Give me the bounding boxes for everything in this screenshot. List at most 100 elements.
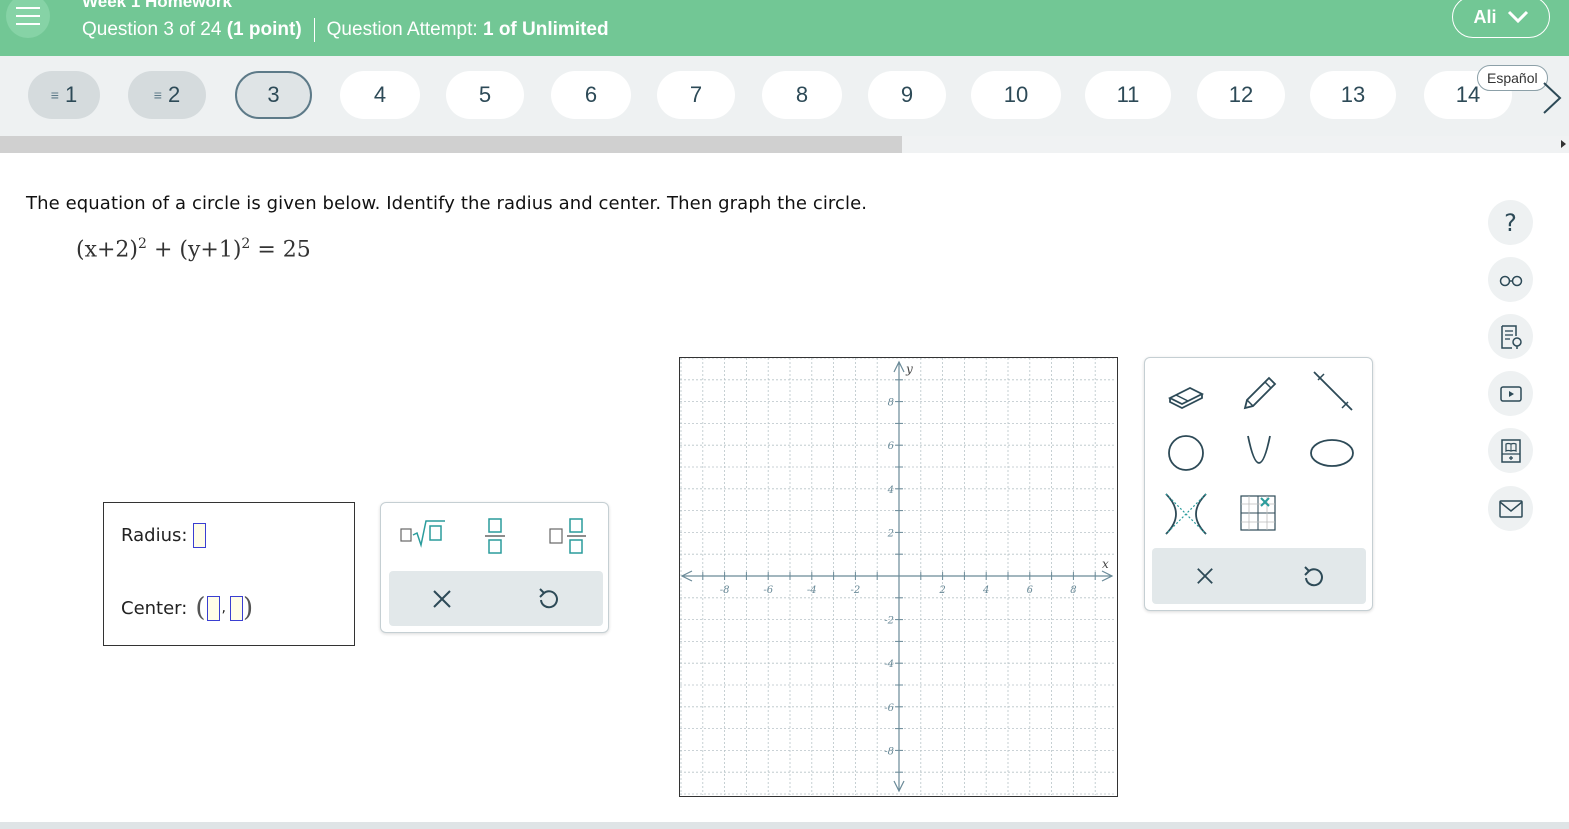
fraction-icon[interactable]: [483, 517, 507, 555]
parabola-icon[interactable]: [1235, 428, 1283, 476]
y-tick-label: 6: [888, 441, 895, 452]
question-nav-label: 4: [373, 82, 387, 107]
video-button[interactable]: [1488, 371, 1533, 416]
question-nav-label: 11: [1116, 82, 1140, 107]
progress-arrow-icon[interactable]: [1561, 140, 1566, 148]
x-tick-label: 6: [1027, 585, 1034, 596]
question-nav-item-6[interactable]: 6: [551, 71, 631, 119]
user-menu-button[interactable]: Ali: [1452, 0, 1550, 38]
y-tick-label: -4: [884, 659, 894, 670]
graph-tool-actions: [1152, 548, 1366, 604]
question-nav-item-8[interactable]: 8: [762, 71, 842, 119]
question-nav-item-7[interactable]: 7: [657, 71, 735, 119]
menu-button[interactable]: [6, 0, 50, 38]
textbook-icon: [1500, 438, 1521, 463]
question-prompt: The equation of a circle is given below.…: [26, 193, 868, 214]
x-tick-label: -8: [720, 585, 730, 596]
video-icon: [1499, 385, 1522, 402]
next-questions-arrow-icon[interactable]: [1540, 80, 1564, 116]
x-tick-label: -2: [851, 585, 861, 596]
line-icon[interactable]: [1308, 368, 1356, 416]
equation-exponent: 2: [241, 236, 251, 252]
y-tick-label: 4: [887, 485, 894, 496]
coordinate-graph[interactable]: -8 -8 -6 -6 -4 -4 -2 -2 2 2 4 4 6 6 8 8 x y: [679, 357, 1118, 797]
equation-exponent: 2: [138, 236, 147, 252]
circle-equation: (x+2)2 + (y+1)2 = 25: [76, 236, 311, 262]
question-info: Question 3 of 24 (1 point) Question Atte…: [82, 18, 609, 42]
question-nav-item-13[interactable]: 13: [1310, 71, 1396, 119]
mixed-number-icon[interactable]: [548, 517, 588, 555]
radius-input[interactable]: [193, 523, 207, 548]
close-paren: ): [242, 593, 254, 623]
center-row: Center: ( , ): [121, 593, 253, 623]
question-nav-item-1[interactable]: ≡ 1: [28, 71, 100, 119]
y-tick-label: -6: [884, 703, 894, 714]
undo-icon[interactable]: [1302, 565, 1324, 589]
math-palette: [380, 502, 609, 633]
ellipse-icon[interactable]: [1308, 428, 1356, 476]
help-icon: ?: [1504, 208, 1517, 237]
help-button[interactable]: ?: [1488, 200, 1533, 245]
nth-root-icon[interactable]: [399, 517, 447, 549]
question-points: (1 point): [226, 19, 302, 40]
question-nav-item-2[interactable]: ≡ 2: [128, 71, 206, 119]
email-button[interactable]: [1488, 486, 1533, 531]
x-tick-label: 4: [982, 585, 989, 596]
worksheet-button[interactable]: [1488, 314, 1533, 359]
textbook-button[interactable]: [1488, 428, 1533, 473]
graph-canvas[interactable]: -8 -8 -6 -6 -4 -4 -2 -2 2 2 4 4 6 6 8 8 x y: [680, 358, 1116, 795]
question-nav-item-9[interactable]: 9: [868, 71, 946, 119]
x-tick-label: -6: [763, 585, 773, 596]
center-label: Center:: [121, 597, 188, 619]
y-tick-label: 2: [887, 528, 894, 539]
question-nav-item-3[interactable]: 3: [235, 71, 312, 119]
question-nav-label: 3: [267, 82, 280, 107]
x-tick-label: 2: [938, 585, 945, 596]
x-tick-label: -4: [807, 585, 817, 596]
equation-plus: +: [153, 237, 173, 263]
y-tick-label: 8: [888, 398, 894, 409]
question-nav-label: 1: [64, 82, 78, 107]
question-nav-item-11[interactable]: 11: [1085, 71, 1171, 119]
question-nav-label: 14: [1455, 82, 1481, 107]
graph-tools-panel: [1144, 357, 1373, 611]
question-nav-label: 13: [1340, 82, 1366, 107]
undo-icon[interactable]: [537, 587, 559, 611]
center-x-input[interactable]: [206, 595, 220, 621]
x-axis-label: x: [1102, 557, 1109, 571]
equation-term-x: (x+2): [76, 237, 139, 263]
center-comma: ,: [221, 600, 226, 616]
accessibility-button[interactable]: [1488, 257, 1533, 302]
equation-term-y: (y+1): [179, 237, 242, 263]
center-y-input[interactable]: [229, 595, 243, 621]
language-toggle-button[interactable]: Español: [1477, 65, 1548, 91]
top-header: Week 1 Homework Question 3 of 24 (1 poin…: [0, 0, 1569, 56]
radius-row: Radius:: [121, 523, 207, 548]
question-nav-item-4[interactable]: 4: [340, 71, 420, 119]
progress-fill: [0, 136, 903, 153]
y-tick-label: -2: [884, 616, 894, 627]
bottom-scrollbar[interactable]: [0, 822, 1569, 829]
question-nav-label: 6: [584, 82, 598, 107]
pencil-icon[interactable]: [1235, 368, 1283, 416]
clear-icon[interactable]: [432, 589, 452, 609]
attempt-value: 1 of Unlimited: [482, 19, 609, 40]
answered-mark-icon: ≡: [50, 87, 59, 103]
open-paren: (: [195, 593, 206, 623]
question-nav-label: 12: [1228, 82, 1254, 107]
attempt-label: Question Attempt:: [326, 19, 478, 40]
question-nav-label: 5: [478, 82, 492, 107]
question-nav-item-10[interactable]: 10: [971, 71, 1061, 119]
clear-icon[interactable]: [1196, 567, 1214, 585]
palette-actions: [389, 571, 603, 626]
x-tick-label: 8: [1070, 585, 1076, 596]
circle-icon[interactable]: [1162, 428, 1210, 476]
hyperbola-icon[interactable]: [1162, 490, 1210, 538]
question-nav-item-12[interactable]: 12: [1197, 71, 1285, 119]
hamburger-icon: [16, 7, 40, 9]
question-nav-item-5[interactable]: 5: [446, 71, 524, 119]
point-plot-icon[interactable]: [1235, 490, 1283, 538]
equation-rhs: = 25: [257, 237, 311, 263]
question-counter: Question 3 of 24: [82, 19, 222, 40]
eraser-icon[interactable]: [1162, 368, 1210, 416]
